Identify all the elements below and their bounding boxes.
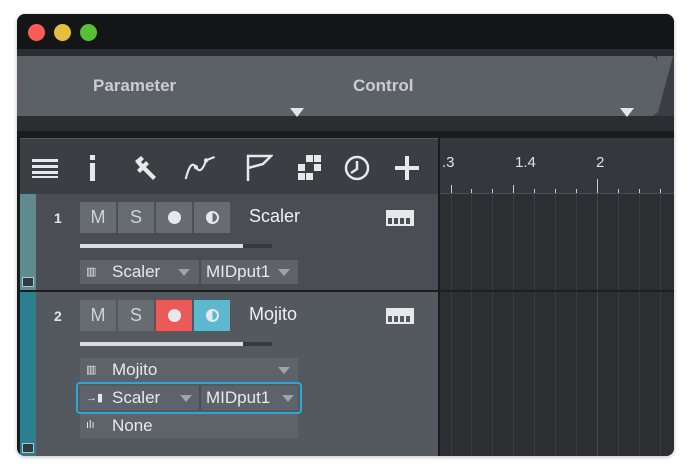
record-icon [167, 211, 181, 224]
arrangement-timeline[interactable]: .3 1.4 2 [440, 138, 674, 456]
keyboard-icon[interactable] [386, 308, 414, 324]
track-number: 1 [54, 210, 62, 226]
ruler-label: 2 [596, 154, 605, 171]
solo-button[interactable]: S [118, 300, 155, 331]
keyboard-icon[interactable] [386, 210, 414, 226]
keyboard-icon: ▥ [86, 266, 97, 278]
mute-button[interactable]: M [80, 300, 117, 331]
volume-slider[interactable] [80, 342, 272, 346]
track-1[interactable]: 1 M S Scaler ▥ Scaler MIDput1 [20, 194, 438, 290]
chevron-down-icon[interactable] [278, 269, 290, 276]
mixer-icon: ılı [86, 419, 95, 431]
monitor-button[interactable] [194, 300, 231, 331]
ruler-label: .3 [442, 154, 455, 171]
record-icon [167, 309, 181, 322]
record-arm-button[interactable] [156, 202, 193, 233]
instrument-selector[interactable]: ▥ Mojito [80, 358, 298, 382]
parameter-dropdown-arrow[interactable] [290, 108, 304, 117]
track-name[interactable]: Mojito [249, 304, 297, 325]
minimize-window-button[interactable] [54, 24, 71, 41]
zoom-window-button[interactable] [80, 24, 97, 41]
monitor-icon [205, 211, 219, 224]
instrument-label[interactable]: Mojito [112, 360, 157, 380]
focus-ring [76, 382, 302, 414]
track-color-bar[interactable] [20, 292, 36, 456]
track-number: 2 [54, 308, 62, 324]
control-label: Control [353, 76, 414, 95]
timeline-ruler[interactable]: .3 1.4 2 [440, 138, 674, 194]
track-toolbar [20, 138, 438, 194]
monitor-icon [205, 309, 219, 322]
track-name[interactable]: Scaler [249, 206, 300, 227]
parameter-label: Parameter [93, 76, 177, 95]
grid-icon[interactable] [294, 151, 328, 185]
record-arm-button[interactable] [156, 300, 193, 331]
control-dropdown-arrow[interactable] [620, 108, 634, 117]
track-color-bar[interactable] [20, 194, 36, 290]
chevron-down-icon[interactable] [278, 367, 290, 374]
wrench-icon[interactable] [128, 151, 162, 185]
volume-fill [80, 244, 244, 248]
track-2[interactable]: 2 M S Mojito ▥ Mojito →▮ Scaler MIDput1 … [20, 292, 438, 456]
ruler-label: 1.4 [515, 154, 536, 171]
add-icon[interactable] [390, 151, 424, 185]
clock-icon[interactable] [340, 151, 374, 185]
volume-slider[interactable] [80, 244, 272, 248]
close-window-button[interactable] [28, 24, 45, 41]
chevron-down-icon[interactable] [178, 269, 190, 276]
mute-button[interactable]: M [80, 202, 117, 233]
flag-icon[interactable] [242, 151, 276, 185]
list-icon[interactable] [28, 151, 62, 185]
output-label[interactable]: MIDput1 [206, 262, 278, 282]
volume-fill [80, 342, 244, 346]
solo-button[interactable]: S [118, 202, 155, 233]
keyboard-icon: ▥ [86, 364, 97, 376]
monitor-button[interactable] [194, 202, 231, 233]
insert-label[interactable]: None [112, 416, 153, 436]
input-output-selector[interactable]: ▥ Scaler MIDput1 [80, 260, 298, 284]
automation-icon[interactable] [22, 277, 34, 287]
automation-curve-icon[interactable] [184, 151, 218, 185]
automation-icon[interactable] [22, 443, 34, 453]
daw-window: Parameter Control .3 1.4 2 1 M S Scaler … [17, 14, 674, 456]
insert-selector[interactable]: ılı None [80, 414, 298, 438]
title-bar [17, 14, 674, 49]
info-icon[interactable] [76, 151, 110, 185]
input-device-label[interactable]: Scaler [112, 262, 160, 282]
